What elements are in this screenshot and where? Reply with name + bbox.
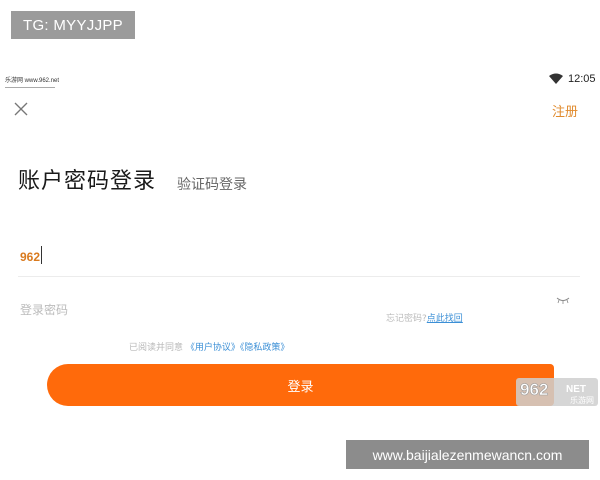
tg-watermark: TG: MYYJJPP	[11, 11, 135, 39]
password-field[interactable]: 登录密码	[18, 292, 580, 328]
login-button[interactable]: 登录	[47, 364, 554, 406]
962-net-text: NET	[566, 384, 586, 395]
status-site-logo: 乐游网 www.962.net	[5, 75, 59, 89]
agreement-prefix: 已阅读并同意	[129, 343, 184, 353]
agreement-row: 已阅读并同意 《用户协议》《隐私政策》	[129, 340, 289, 353]
login-button-label: 登录	[287, 379, 314, 395]
forgot-password-prefix: 忘记密码?	[386, 314, 427, 324]
site-watermark: www.baijialezenmewancn.com	[346, 440, 589, 469]
close-icon[interactable]	[13, 101, 29, 117]
eye-closed-icon[interactable]	[556, 296, 570, 304]
962-sub-text: 乐游网	[570, 395, 594, 405]
forgot-password-link[interactable]: 点此找回	[427, 314, 463, 324]
status-divider	[5, 87, 55, 89]
status-site-logo-text: 乐游网 www.962.net	[5, 78, 60, 84]
account-value: 962	[20, 250, 41, 264]
user-agreement-link[interactable]: 《用户协议》	[186, 343, 240, 353]
privacy-policy-link[interactable]: 《隐私政策》	[240, 343, 290, 353]
forgot-password-row: 忘记密码?点此找回	[386, 311, 463, 324]
status-time: 12:05	[568, 73, 596, 85]
account-field[interactable]: 962	[18, 240, 580, 277]
tab-account-password-login[interactable]: 账户密码登录	[18, 163, 156, 195]
962-watermark-logo: 962 NET 乐游网	[516, 378, 598, 406]
register-button[interactable]: 注册	[552, 101, 578, 120]
962-logo-text: 962	[520, 380, 548, 399]
password-placeholder: 登录密码	[20, 303, 69, 317]
text-caret	[41, 246, 42, 264]
status-bar	[0, 70, 600, 90]
tab-verification-code-login[interactable]: 验证码登录	[177, 174, 247, 194]
wifi-icon	[549, 73, 563, 84]
